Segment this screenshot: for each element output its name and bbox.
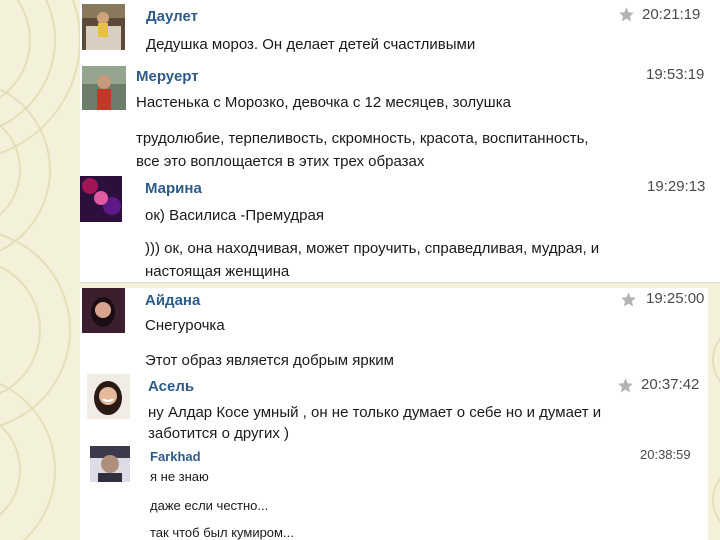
message-time: 19:25:00 xyxy=(646,290,705,307)
message-text: ок) Василиса -Премудрая xyxy=(145,207,324,224)
message-text: я не знаю xyxy=(150,469,209,484)
star-icon[interactable] xyxy=(617,377,634,394)
message-text: трудолюбие, терпеливость, скромность, кр… xyxy=(136,130,589,147)
message-time: 19:53:19 xyxy=(646,66,705,83)
avatar[interactable] xyxy=(87,374,130,419)
avatar[interactable] xyxy=(82,4,125,50)
message-text: даже если честно... xyxy=(150,498,269,513)
star-icon[interactable] xyxy=(620,291,637,308)
sender-name[interactable]: Даулет xyxy=(146,8,198,25)
chat-panel-bottom: Айдана 19:25:00 Снегурочка Этот образ яв… xyxy=(80,288,708,540)
message-time: 19:29:13 xyxy=(647,178,706,195)
decorative-background xyxy=(0,0,80,540)
star-icon[interactable] xyxy=(618,6,635,23)
message-text: так чтоб был кумиром... xyxy=(150,525,294,540)
message-text: Настенька с Морозко, девочка с 12 месяце… xyxy=(136,94,511,111)
message-text: ну Алдар Косе умный , он не только думае… xyxy=(148,404,602,421)
sender-name[interactable]: Асель xyxy=(148,378,194,395)
message-text: заботится о других ) xyxy=(148,425,290,442)
message-text: Дедушка мороз. Он делает детей счастливы… xyxy=(146,36,476,53)
message-text: Этот образ является добрым ярким xyxy=(145,352,394,369)
sender-name[interactable]: Farkhad xyxy=(150,449,201,464)
message-time: 20:38:59 xyxy=(640,447,691,462)
avatar[interactable] xyxy=(80,176,122,222)
message-text: Снегурочка xyxy=(145,317,225,334)
sender-name[interactable]: Айдана xyxy=(145,292,200,309)
sender-name[interactable]: Марина xyxy=(145,180,202,197)
avatar[interactable] xyxy=(90,446,130,482)
message-text: ))) ок, она находчивая, может проучить, … xyxy=(145,240,600,257)
chat-panel-top: Даулет 20:21:19 Дедушка мороз. Он делает… xyxy=(80,0,720,283)
sender-name[interactable]: Меруерт xyxy=(136,68,199,85)
message-time: 20:37:42 xyxy=(641,376,700,393)
avatar[interactable] xyxy=(82,66,126,110)
message-text: настоящая женщина xyxy=(145,263,290,280)
message-text: все это воплощается в этих трех образах xyxy=(136,153,425,170)
avatar[interactable] xyxy=(82,288,125,333)
message-time: 20:21:19 xyxy=(642,6,701,23)
